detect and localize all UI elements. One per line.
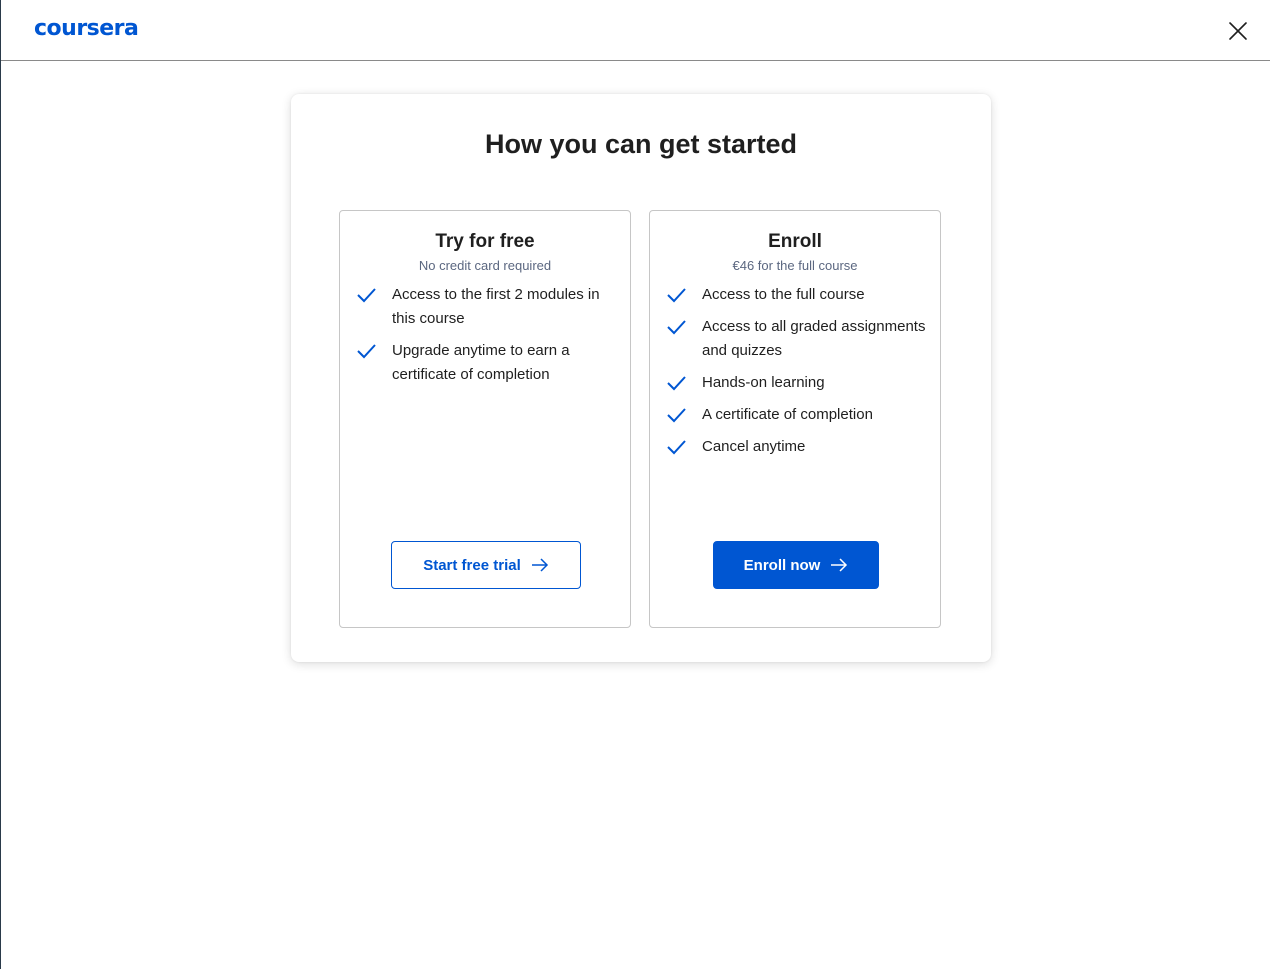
enroll-now-button[interactable]: Enroll now: [713, 541, 879, 589]
get-started-modal: How you can get started Try for free No …: [291, 94, 991, 662]
close-button[interactable]: [1223, 16, 1253, 46]
feature-text: Access to the first 2 modules in this co…: [392, 286, 600, 327]
feature-item: Cancel anytime: [666, 435, 928, 459]
feature-item: Hands-on learning: [666, 371, 928, 395]
check-icon: [667, 376, 686, 391]
button-label: Start free trial: [423, 556, 521, 574]
feature-text: Access to the full course: [702, 286, 865, 303]
enroll-card: Enroll €46 for the full course Access to…: [649, 210, 941, 628]
feature-item: A certificate of completion: [666, 403, 928, 427]
close-icon: [1229, 22, 1247, 40]
feature-list: Access to the full course Access to all …: [666, 283, 928, 467]
feature-item: Access to the full course: [666, 283, 928, 307]
modal-title: How you can get started: [484, 129, 798, 159]
arrow-right-icon: [531, 558, 548, 572]
app-window: coursera How you can get started Try for…: [0, 0, 1270, 969]
button-label: Enroll now: [743, 556, 821, 574]
check-icon: [357, 344, 376, 359]
feature-text: Upgrade anytime to earn a certificate of…: [392, 342, 570, 383]
check-icon: [667, 408, 686, 423]
feature-item: Upgrade anytime to earn a certificate of…: [356, 339, 618, 387]
card-subtitle: No credit card required: [418, 258, 552, 273]
check-icon: [357, 288, 376, 303]
try-for-free-card: Try for free No credit card required Acc…: [339, 210, 631, 628]
feature-item: Access to all graded assignments and qui…: [666, 315, 928, 363]
check-icon: [667, 288, 686, 303]
feature-text: Cancel anytime: [702, 438, 806, 455]
check-icon: [667, 440, 686, 455]
card-title: Try for free: [435, 231, 535, 252]
coursera-logo[interactable]: coursera: [34, 14, 139, 44]
feature-item: Access to the first 2 modules in this co…: [356, 283, 618, 331]
check-icon: [667, 320, 686, 335]
card-subtitle: €46 for the full course: [732, 258, 858, 273]
feature-text: A certificate of completion: [702, 406, 873, 423]
feature-text: Access to all graded assignments and qui…: [702, 318, 926, 359]
arrow-right-icon: [831, 558, 848, 572]
feature-list: Access to the first 2 modules in this co…: [356, 283, 618, 395]
start-free-trial-button[interactable]: Start free trial: [391, 541, 581, 589]
card-title: Enroll: [768, 231, 822, 252]
feature-text: Hands-on learning: [702, 374, 825, 391]
top-bar: coursera: [1, 0, 1270, 61]
